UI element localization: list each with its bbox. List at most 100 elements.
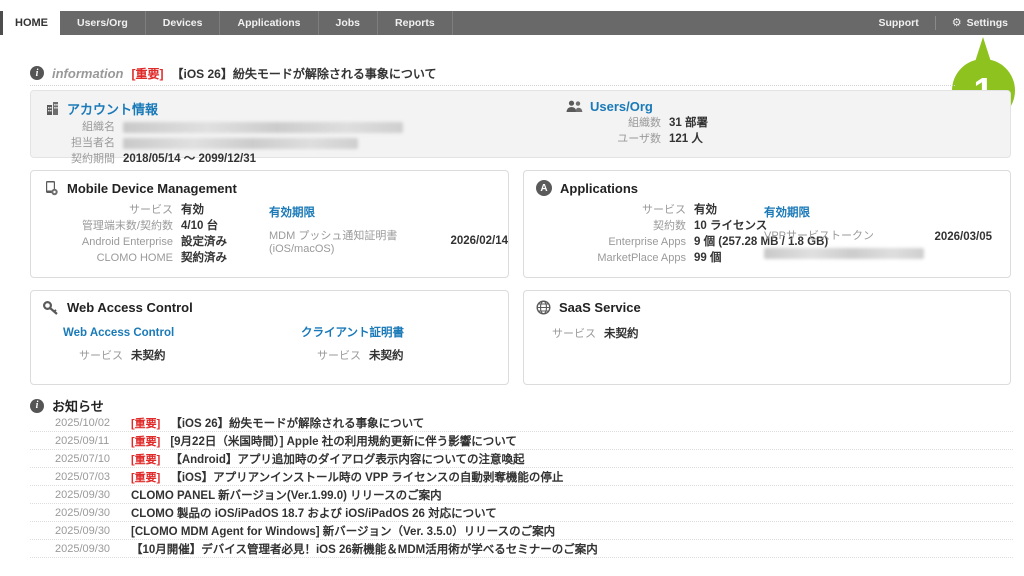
client-cert-link[interactable]: クライアント証明書	[301, 327, 404, 339]
mdm-push-cert-label: MDM プッシュ通知証明書 (iOS/macOS)	[269, 227, 442, 255]
contract-period-value: 2018/05/14 ～ 2099/12/31	[123, 152, 256, 166]
users-icon	[566, 100, 583, 113]
mdm-android-enterprise-value: 設定済み	[181, 235, 227, 249]
news-row: 2025/09/11 [重要] [9月22日（米国時間）] Apple 社の利用…	[30, 432, 1013, 450]
tab-applications[interactable]: Applications	[220, 11, 318, 35]
mdm-card-title: Mobile Device Management	[67, 181, 237, 196]
news-date: 2025/07/03	[55, 471, 121, 483]
news-date: 2025/09/11	[55, 435, 121, 447]
client-cert-service-value: 未契約	[369, 349, 404, 363]
building-icon	[45, 101, 60, 116]
settings-button[interactable]: ⚙ Settings	[936, 11, 1024, 35]
support-button[interactable]: Support	[862, 11, 934, 35]
tab-users-org[interactable]: Users/Org	[60, 11, 146, 35]
apps-marketplace-value: 99 個	[694, 251, 722, 265]
news-date: 2025/09/30	[55, 525, 121, 537]
account-info-title[interactable]: アカウント情報	[67, 99, 158, 118]
mdm-expiry-link[interactable]: 有効期限	[269, 207, 315, 219]
news-row: 2025/09/30 CLOMO PANEL 新バージョン(Ver.1.99.0…	[30, 486, 1013, 504]
users-org-title[interactable]: Users/Org	[590, 99, 653, 114]
news-date: 2025/10/02	[55, 417, 121, 429]
tab-jobs[interactable]: Jobs	[319, 11, 379, 35]
news-icon: i	[30, 399, 44, 413]
important-tag: [重要]	[132, 65, 164, 82]
key-icon	[43, 301, 59, 315]
news-row: 2025/07/10 [重要] 【Android】アプリ追加時のダイアログ表示内…	[30, 450, 1013, 468]
news-link[interactable]: [CLOMO MDM Agent for Windows] 新バージョン（Ver…	[131, 523, 555, 539]
saas-service-value: 未契約	[604, 327, 639, 341]
apps-license-label: 契約数	[536, 219, 686, 233]
account-panel: アカウント情報 組織名 担当者名 契約期間 2018/05/14 ～ 2099/…	[30, 90, 1011, 158]
news-link[interactable]: 【10月開催】デバイス管理者必見！iOS 26新機能＆MDM活用術が学べるセミナ…	[131, 541, 598, 557]
mdm-device-count-value: 4/10 台	[181, 219, 218, 233]
important-tag: [重要]	[131, 451, 160, 467]
applications-card: A Applications サービス有効 契約数10 ライセンス Enterp…	[523, 170, 1011, 278]
news-header: i お知らせ	[30, 396, 104, 415]
mdm-service-value: 有効	[181, 203, 204, 217]
tab-reports[interactable]: Reports	[378, 11, 453, 35]
news-row: 2025/09/30 【10月開催】デバイス管理者必見！iOS 26新機能＆MD…	[30, 540, 1013, 558]
user-count-value: 121 人	[669, 132, 703, 146]
wac-service-label: サービス	[63, 349, 123, 363]
saas-service-label: サービス	[536, 327, 596, 341]
nav-right-group: Support ⚙ Settings	[862, 11, 1024, 35]
vpp-token-label: VPPサービストークン	[764, 230, 874, 242]
news-row: 2025/10/02 [重要] 【iOS 26】紛失モードが解除される事象につい…	[30, 414, 1013, 432]
org-name-redacted	[123, 122, 403, 133]
news-link[interactable]: CLOMO PANEL 新バージョン(Ver.1.99.0) リリースのご案内	[131, 487, 442, 503]
client-cert-service-label: サービス	[301, 349, 361, 363]
vpp-token-redacted	[764, 248, 924, 259]
mdm-clomo-home-value: 契約済み	[181, 251, 227, 265]
contract-period-label: 契約期間	[45, 152, 115, 166]
news-link[interactable]: 【Android】アプリ追加時のダイアログ表示内容についての注意喚起	[170, 451, 524, 467]
news-title: お知らせ	[52, 396, 104, 415]
wac-card-title: Web Access Control	[67, 300, 193, 315]
news-link[interactable]: 【iOS 26】紛失モードが解除される事象について	[170, 415, 424, 431]
news-link[interactable]: CLOMO 製品の iOS/iPadOS 18.7 および iOS/iPadOS…	[131, 505, 497, 521]
news-date: 2025/09/30	[55, 543, 121, 555]
information-link[interactable]: 【iOS 26】紛失モードが解除される事象について	[172, 65, 437, 82]
mdm-android-enterprise-label: Android Enterprise	[43, 235, 173, 249]
apps-marketplace-label: MarketPlace Apps	[536, 251, 686, 265]
info-icon: i	[30, 66, 44, 80]
news-list: 2025/10/02 [重要] 【iOS 26】紛失モードが解除される事象につい…	[30, 414, 1013, 558]
mdm-clomo-home-label: CLOMO HOME	[43, 251, 173, 265]
apps-service-label: サービス	[536, 203, 686, 217]
news-row: 2025/09/30 [CLOMO MDM Agent for Windows]…	[30, 522, 1013, 540]
saas-card-title: SaaS Service	[559, 300, 641, 315]
wac-link[interactable]: Web Access Control	[63, 327, 174, 339]
important-tag: [重要]	[131, 415, 160, 431]
apps-license-value: 10 ライセンス	[694, 219, 767, 233]
tab-devices[interactable]: Devices	[146, 11, 221, 35]
wac-service-value: 未契約	[131, 349, 166, 363]
important-tag: [重要]	[131, 469, 160, 485]
important-tag: [重要]	[131, 433, 160, 449]
mdm-push-cert-date: 2026/02/14	[450, 235, 508, 247]
org-count-value: 31 部署	[669, 116, 708, 130]
contact-name-label: 担当者名	[45, 136, 115, 150]
contact-name-redacted	[123, 138, 358, 149]
settings-label: Settings	[967, 17, 1008, 29]
gear-icon: ⚙	[952, 18, 962, 29]
apps-service-value: 有効	[694, 203, 717, 217]
mdm-service-label: サービス	[43, 203, 173, 217]
account-info-section: アカウント情報 組織名 担当者名 契約期間 2018/05/14 ～ 2099/…	[45, 99, 403, 166]
user-count-label: ユーザ数	[566, 132, 661, 146]
apps-expiry-link[interactable]: 有効期限	[764, 207, 810, 219]
applications-card-title: Applications	[560, 181, 638, 196]
information-label: information	[52, 66, 124, 81]
information-bar: i information [重要] 【iOS 26】紛失モードが解除される事象…	[30, 61, 955, 86]
vpp-token-date: 2026/03/05	[934, 231, 992, 243]
news-date: 2025/09/30	[55, 507, 121, 519]
appstore-icon: A	[536, 180, 552, 196]
org-name-label: 組織名	[45, 120, 115, 134]
news-row: 2025/07/03 [重要] 【iOS】アプリアンインストール時の VPP ラ…	[30, 468, 1013, 486]
news-link[interactable]: [9月22日（米国時間）] Apple 社の利用規約更新に伴う影響について	[170, 433, 517, 449]
globe-icon	[536, 300, 551, 315]
news-link[interactable]: 【iOS】アプリアンインストール時の VPP ライセンスの自動剥奪機能の停止	[170, 469, 563, 485]
device-gear-icon	[43, 180, 59, 196]
tab-home[interactable]: HOME	[3, 11, 60, 35]
saas-card: SaaS Service サービス 未契約	[523, 290, 1011, 385]
mdm-card: Mobile Device Management サービス有効 管理端末数/契約…	[30, 170, 509, 278]
news-date: 2025/07/10	[55, 453, 121, 465]
